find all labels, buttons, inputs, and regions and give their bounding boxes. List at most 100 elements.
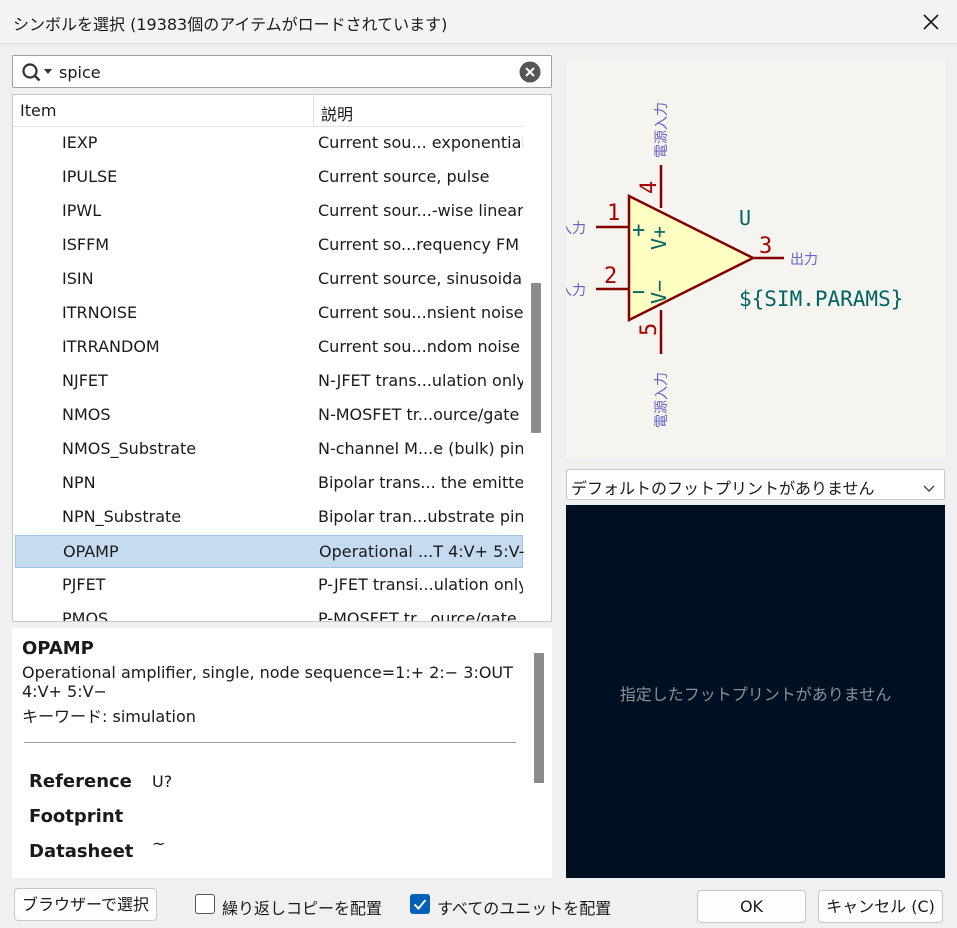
field-label-datasheet: Datasheet (29, 841, 134, 862)
pin-name-vplus: V+ (647, 226, 671, 250)
info-divider (24, 742, 516, 743)
table-row[interactable]: ITRNOISE Current sou...nsient noise (15, 297, 523, 330)
table-row[interactable]: PJFET P-JFET transi...ulation only (15, 569, 523, 602)
row-item-description: Current so...requency FM (318, 235, 519, 254)
row-item-name: ITRNOISE (62, 303, 138, 322)
footprint-preview: 指定したフットプリントがありません (566, 505, 945, 878)
row-item-name: IEXP (62, 133, 98, 152)
clear-circle-icon[interactable] (519, 61, 541, 87)
row-item-name: ISFFM (62, 235, 110, 254)
row-item-name: NJFET (62, 371, 108, 390)
footprint-selector-value: デフォルトのフットプリントがありません (571, 479, 875, 498)
all-units-label[interactable]: すべてのユニットを配置 (437, 895, 611, 919)
row-item-name: PMOS (62, 609, 109, 622)
table-row[interactable]: IEXP Current sou... exponential (15, 127, 523, 160)
row-item-description: Current source, sinusoidal (318, 269, 523, 288)
pin-type-vminus: 電源入力 (654, 372, 670, 428)
info-scrollbar-thumb[interactable] (534, 653, 544, 783)
row-item-description: Current sou...ndom noise (318, 337, 521, 356)
row-item-description: Bipolar tran...ubstrate pin (318, 507, 523, 526)
row-item-name: ITRRANDOM (62, 337, 160, 356)
table-row[interactable]: NPN Bipolar trans... the emitter (15, 467, 523, 500)
row-item-description: Bipolar trans... the emitter (318, 473, 523, 492)
row-item-description: Operational ...T 4:V+ 5:V- (319, 542, 524, 561)
row-item-description: Current sour...-wise linear (318, 201, 523, 220)
pin-number-2: 2 (604, 264, 617, 289)
row-item-name: NMOS (62, 405, 111, 424)
pin-number-3: 3 (759, 234, 772, 259)
table-row[interactable]: NJFET N-JFET trans...ulation only (15, 365, 523, 398)
table-row[interactable]: NMOS N-MOSFET tr...ource/gate (15, 399, 523, 432)
row-item-name: NPN_Substrate (62, 507, 182, 526)
table-row[interactable]: ISFFM Current so...requency FM (15, 229, 523, 262)
pin-type-in-plus: 入力 (566, 221, 586, 237)
symbol-value: ${SIM.PARAMS} (739, 287, 903, 311)
column-header-item[interactable]: Item (20, 101, 56, 120)
field-value-reference: U? (152, 772, 173, 791)
row-item-name: OPAMP (63, 542, 119, 561)
table-row[interactable]: OPAMP Operational ...T 4:V+ 5:V- (15, 535, 524, 568)
field-value-datasheet: ~ (152, 834, 166, 853)
row-item-description: Current source, pulse (318, 167, 490, 186)
row-item-description: N-MOSFET tr...ource/gate (318, 405, 520, 424)
chevron-down-icon (922, 479, 936, 498)
pin-name-minus: − (632, 280, 645, 305)
pin-type-vplus: 電源入力 (654, 102, 670, 158)
search-dropdown-icon[interactable] (21, 62, 55, 86)
browse-button[interactable]: ブラウザーで選択 (14, 888, 157, 921)
info-title: OPAMP (22, 638, 94, 659)
symbol-reference: U (739, 206, 751, 230)
tree-scrollbar-thumb[interactable] (531, 283, 541, 433)
info-keywords: キーワード: simulation (22, 707, 196, 726)
field-label-footprint: Footprint (29, 806, 124, 827)
window-title: シンボルを選択 (19383個のアイテムがロードされています) (13, 15, 448, 34)
symbol-tree: Item 説明 IEXP Current sou... exponential IP… (12, 94, 552, 622)
opamp-symbol: 1 2 3 4 5 + − V+ V− U ${SIM.PARAMS} 入力 入… (566, 102, 903, 428)
footprint-selector[interactable]: デフォルトのフットプリントがありません (566, 469, 945, 500)
row-item-name: IPULSE (62, 167, 118, 186)
row-item-name: ISIN (62, 269, 94, 288)
table-row[interactable]: NPN_Substrate Bipolar tran...ubstrate pin (15, 501, 523, 534)
row-item-description: P-MOSFET tr...ource/gate (318, 609, 517, 622)
repeat-copy-label[interactable]: 繰り返しコピーを配置 (222, 895, 382, 919)
row-item-description: N-channel M...e (bulk) pin (318, 439, 523, 458)
symbol-preview: 1 2 3 4 5 + − V+ V− U ${SIM.PARAMS} 入力 入… (566, 60, 945, 458)
row-item-name: NMOS_Substrate (62, 439, 197, 458)
ok-button[interactable]: OK (697, 890, 806, 923)
table-row[interactable]: IPWL Current sour...-wise linear (15, 195, 523, 228)
pin-name-vminus: V− (647, 280, 671, 304)
row-item-description: Current sou... exponential (318, 133, 523, 152)
search-box (12, 55, 552, 88)
row-item-name: NPN (62, 473, 96, 492)
all-units-checkbox[interactable] (410, 894, 430, 914)
close-icon (923, 14, 939, 30)
table-row[interactable]: PMOS P-MOSFET tr...ource/gate (15, 603, 523, 622)
symbol-info-panel: OPAMP Operational amplifier, single, nod… (12, 628, 552, 878)
table-row[interactable]: ITRRANDOM Current sou...ndom noise (15, 331, 523, 364)
checkmark-icon (413, 899, 427, 910)
tree-header: Item 説明 (13, 95, 523, 127)
title-bar: シンボルを選択 (19383個のアイテムがロードされています) (0, 0, 957, 44)
pin-name-plus: + (632, 218, 645, 243)
pin-type-in-minus: 入力 (566, 283, 586, 299)
row-item-description: N-JFET trans...ulation only (318, 371, 523, 390)
pin-type-out: 出力 (790, 252, 818, 268)
search-input[interactable] (59, 60, 509, 84)
table-row[interactable]: ISIN Current source, sinusoidal (15, 263, 523, 296)
row-item-name: PJFET (62, 575, 106, 594)
table-row[interactable]: IPULSE Current source, pulse (15, 161, 523, 194)
repeat-copy-checkbox[interactable] (195, 894, 215, 914)
close-button[interactable] (917, 8, 945, 36)
info-description: Operational amplifier, single, node sequ… (22, 663, 513, 701)
footprint-empty-message: 指定したフットプリントがありません (619, 685, 892, 704)
pin-number-4: 4 (637, 181, 662, 194)
row-item-description: Current sou...nsient noise (318, 303, 523, 322)
field-label-reference: Reference (29, 771, 132, 792)
row-item-description: P-JFET transi...ulation only (318, 575, 523, 594)
pin-number-5: 5 (637, 323, 662, 336)
row-item-name: IPWL (62, 201, 102, 220)
column-separator[interactable] (313, 95, 314, 127)
column-header-description[interactable]: 説明 (321, 101, 353, 125)
cancel-button[interactable]: キャンセル (C) (818, 890, 943, 923)
table-row[interactable]: NMOS_Substrate N-channel M...e (bulk) pin (15, 433, 523, 466)
